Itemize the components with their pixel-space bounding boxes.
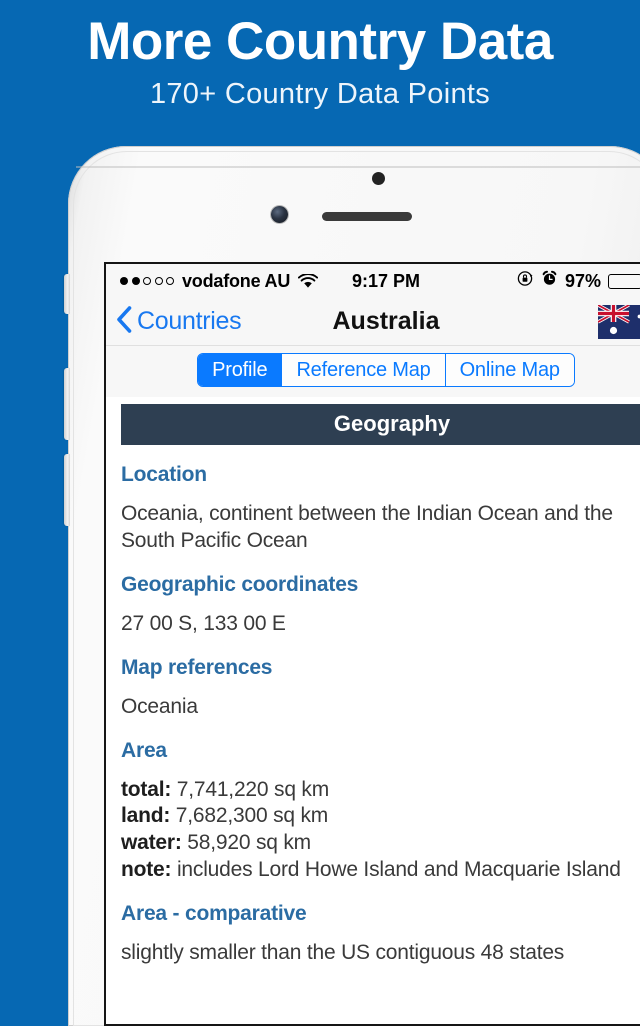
rotation-lock-icon [517, 270, 534, 292]
field-label: Geographic coordinates [121, 572, 359, 596]
area-row-value: 58,920 sq km [181, 831, 311, 855]
segmented-control-row: Profile Reference Map Online Map [106, 346, 640, 397]
field-value: slightly smaller than the US contiguous … [121, 941, 565, 964]
field-value: Oceania, continent between the Indian Oc… [121, 502, 613, 552]
field-label: Area - comparative [121, 902, 307, 925]
field-value: 27 00 S, 133 00 E [121, 611, 286, 635]
profile-content-scroll[interactable]: Geography Location Oceania, continent be… [106, 397, 640, 1024]
field-label: Map references [121, 655, 273, 679]
field-value: Oceania [121, 694, 198, 718]
field-label: Area [121, 738, 167, 762]
phone-screen: vodafone AU 9:17 PM 97% Countries Austra… [104, 262, 640, 1026]
earpiece-speaker-icon [322, 212, 412, 221]
section-header-geography: Geography [121, 404, 640, 445]
phone-device-frame: vodafone AU 9:17 PM 97% Countries Austra… [64, 146, 640, 1026]
status-bar-right-group: 97% [517, 270, 640, 292]
alarm-clock-icon [541, 270, 558, 292]
area-row-value: 7,741,220 sq km [171, 777, 330, 801]
area-row-key: land: [121, 804, 171, 828]
banner-subtitle: 170+ Country Data Points [149, 77, 491, 110]
field-map-references: Map references Oceania [106, 656, 640, 721]
back-button[interactable]: Countries [116, 305, 242, 338]
volume-down-button[interactable] [64, 454, 70, 526]
field-area: Area total: 7,741,220 sq km land: 7,682,… [106, 739, 640, 885]
battery-percentage: 97% [564, 270, 601, 291]
chevron-left-icon [116, 305, 132, 338]
tab-reference-map[interactable]: Reference Map [281, 354, 445, 386]
field-label: Location [121, 463, 207, 486]
area-row-note: note: includes Lord Howe Island and Macq… [121, 857, 640, 884]
segmented-control[interactable]: Profile Reference Map Online Map [197, 353, 575, 387]
front-camera-icon [271, 206, 288, 223]
field-value-rows: total: 7,741,220 sq km land: 7,682,300 s… [121, 777, 640, 885]
area-row-key: total: [121, 777, 172, 801]
volume-up-button[interactable] [64, 368, 70, 440]
area-row-key: water: [121, 831, 182, 855]
cellular-signal-icon [120, 277, 174, 285]
area-row-key: note: [121, 858, 172, 882]
field-area-comparative: Area - comparative slightly smaller than… [106, 902, 640, 967]
navigation-bar: Countries Australia [106, 298, 640, 346]
status-bar: vodafone AU 9:17 PM 97% [106, 264, 640, 298]
area-row-water: water: 58,920 sq km [121, 830, 640, 857]
tab-online-map[interactable]: Online Map [444, 354, 574, 386]
back-button-label: Countries [137, 307, 242, 335]
antenna-line [76, 166, 640, 168]
carrier-name: vodafone AU [182, 270, 291, 291]
area-row-land: land: 7,682,300 sq km [121, 803, 640, 830]
proximity-sensor-icon [372, 172, 385, 185]
field-location: Location Oceania, continent between the … [106, 463, 640, 555]
australia-flag-icon[interactable] [598, 304, 640, 339]
banner-title: More Country Data [87, 12, 553, 71]
wifi-icon [298, 273, 319, 289]
field-geographic-coordinates: Geographic coordinates 27 00 S, 133 00 E [106, 573, 640, 638]
mute-switch-button[interactable] [64, 274, 70, 314]
area-row-value: 7,682,300 sq km [170, 804, 329, 828]
tab-profile[interactable]: Profile [198, 354, 282, 386]
area-row-total: total: 7,741,220 sq km [121, 777, 640, 804]
area-row-value: includes Lord Howe Island and Macquarie … [171, 858, 621, 882]
battery-icon [608, 273, 640, 289]
promo-banner: More Country Data 170+ Country Data Poin… [0, 0, 640, 140]
